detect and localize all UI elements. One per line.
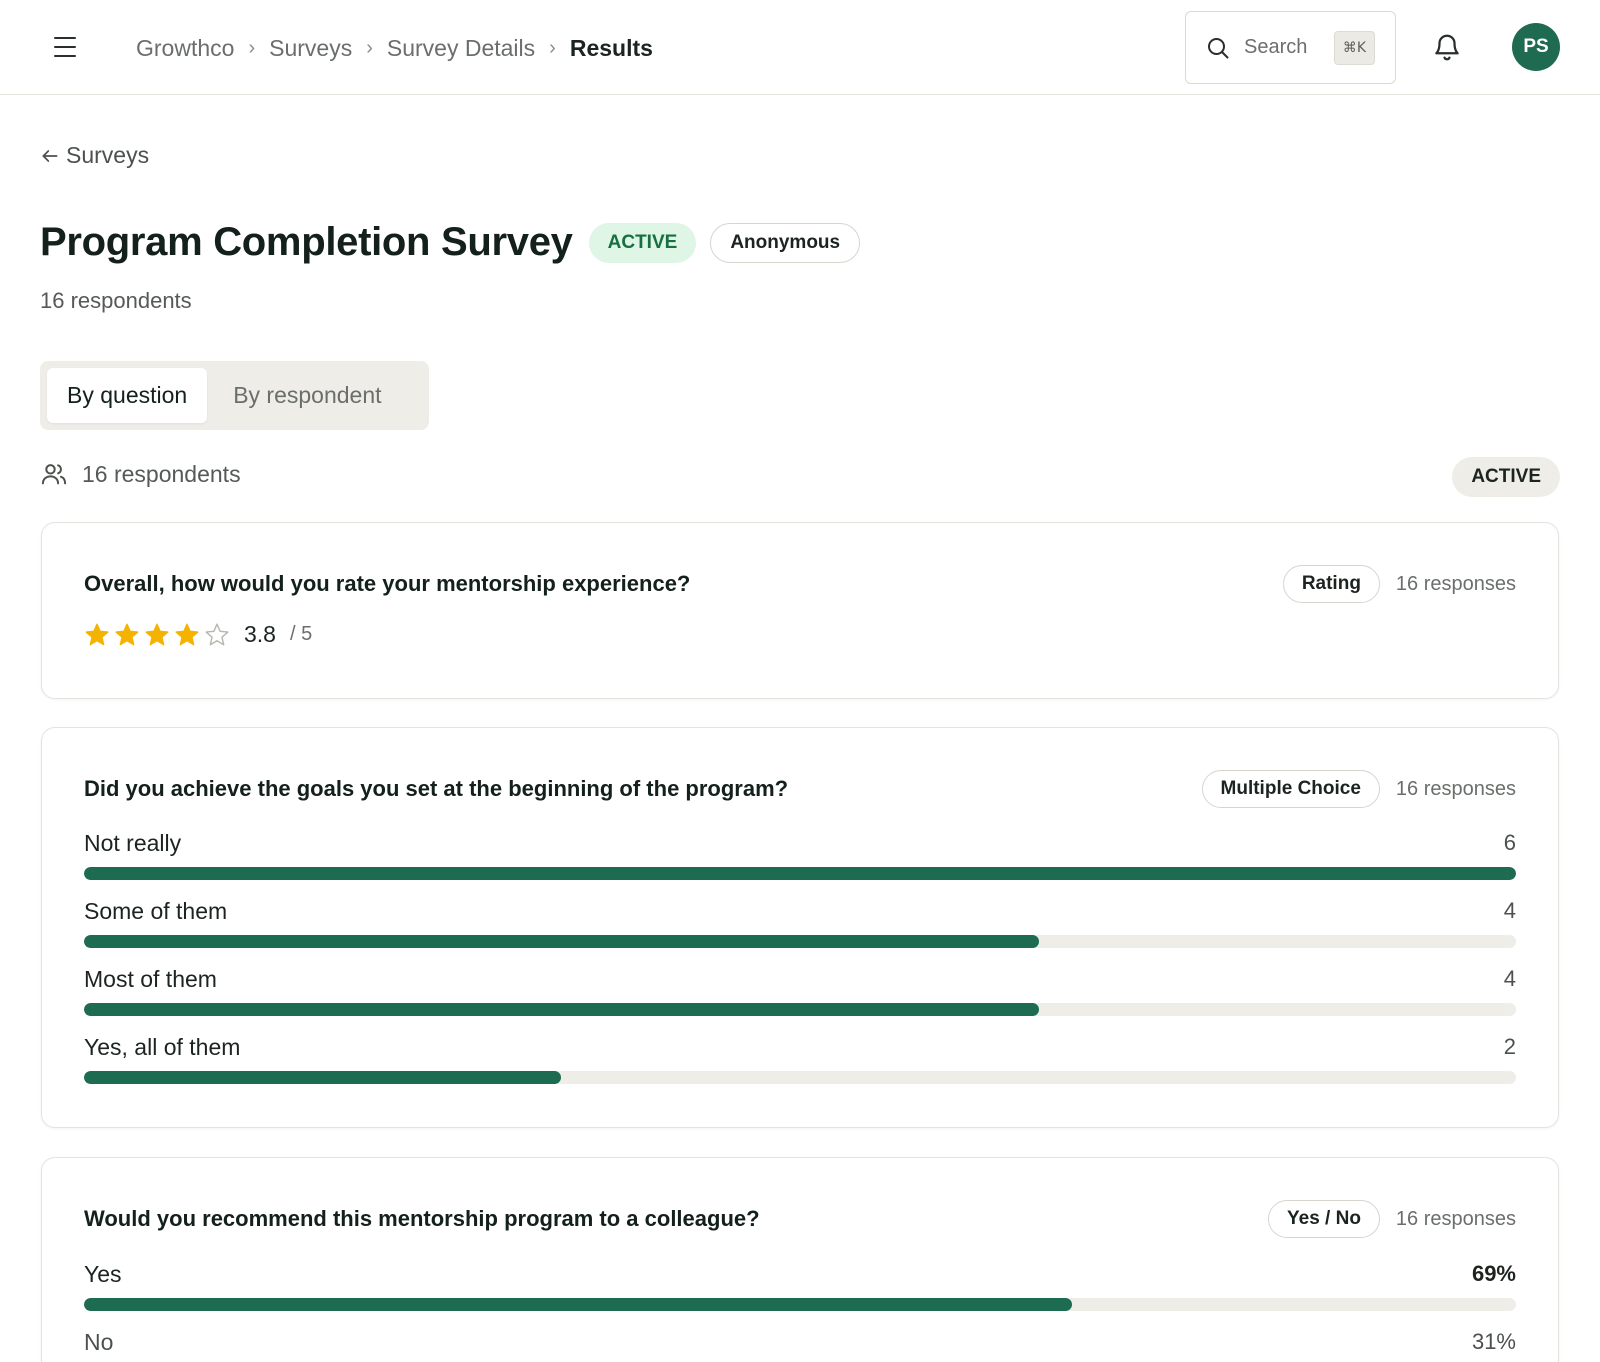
question-type-badge: Multiple Choice bbox=[1201, 770, 1380, 808]
question-text: Did you achieve the goals you set at the… bbox=[84, 776, 789, 801]
rating-max: / 5 bbox=[289, 623, 313, 645]
chevron-right-icon: › bbox=[366, 36, 373, 59]
option-label: Yes bbox=[84, 1261, 122, 1287]
breadcrumb-growthco[interactable]: Growthco bbox=[136, 35, 234, 62]
question-type-badge: Yes / No bbox=[1268, 1200, 1380, 1238]
respondents-subtitle: 16 respondents bbox=[40, 288, 192, 313]
breadcrumb: Growthco › Surveys › Survey Details › Re… bbox=[136, 32, 653, 64]
option-row: Not really 6 bbox=[84, 830, 1516, 898]
view-tabs: By question By respondent bbox=[40, 361, 429, 430]
option-percent: 69% bbox=[1471, 1261, 1516, 1286]
option-label: No bbox=[84, 1329, 114, 1355]
option-label: Some of them bbox=[84, 898, 228, 924]
question-card-rating: Overall, how would you rate your mentors… bbox=[41, 522, 1559, 699]
bell-icon[interactable] bbox=[1432, 32, 1462, 62]
option-count: 4 bbox=[1503, 898, 1516, 923]
search-icon bbox=[1208, 37, 1229, 58]
option-bar-fill bbox=[84, 867, 1516, 880]
breadcrumb-results: Results bbox=[569, 34, 653, 61]
option-bar-track bbox=[84, 867, 1516, 880]
back-link-label: Surveys bbox=[66, 142, 150, 168]
arrow-left-icon bbox=[42, 149, 58, 162]
question-text: Would you recommend this mentorship prog… bbox=[84, 1206, 760, 1231]
option-percent: 31% bbox=[1471, 1329, 1516, 1354]
respondents-summary: 16 respondents bbox=[40, 460, 241, 488]
rating-summary: 3.8 / 5 bbox=[84, 621, 312, 648]
option-list: Not really 6 Some of them 4 Most of them… bbox=[84, 830, 1516, 1102]
tab-by-question[interactable]: By question bbox=[47, 368, 208, 423]
option-bar-fill bbox=[84, 1298, 1073, 1311]
star-filled-icon bbox=[145, 623, 169, 645]
users-icon bbox=[41, 464, 67, 485]
option-row: No 31% bbox=[84, 1329, 1516, 1362]
question-card-yes-no: Would you recommend this mentorship prog… bbox=[41, 1157, 1559, 1362]
option-label: Most of them bbox=[84, 966, 217, 992]
question-card-multiple-choice: Did you achieve the goals you set at the… bbox=[41, 727, 1559, 1128]
breadcrumb-survey-details[interactable]: Survey Details bbox=[387, 35, 535, 62]
tab-by-respondent[interactable]: By respondent bbox=[213, 368, 401, 423]
star-rating bbox=[84, 622, 230, 648]
star-filled-icon bbox=[85, 623, 109, 645]
option-row: Most of them 4 bbox=[84, 966, 1516, 1034]
top-bar: Growthco › Surveys › Survey Details › Re… bbox=[0, 0, 1600, 95]
respondents-count: 16 respondents bbox=[82, 460, 241, 487]
option-count: 4 bbox=[1503, 966, 1516, 991]
option-label: Not really bbox=[84, 830, 182, 856]
response-count: 16 responses bbox=[1395, 777, 1516, 800]
menu-icon[interactable] bbox=[50, 34, 80, 60]
question-text: Overall, how would you rate your mentors… bbox=[84, 571, 691, 596]
status-badge: ACTIVE bbox=[588, 222, 697, 263]
option-count: 6 bbox=[1503, 830, 1516, 855]
option-row: Yes, all of them 2 bbox=[84, 1034, 1516, 1102]
option-row: Yes 69% bbox=[84, 1261, 1516, 1329]
response-count: 16 responses bbox=[1395, 572, 1516, 595]
search-button[interactable]: Search ⌘K bbox=[1185, 11, 1396, 84]
avatar[interactable]: PS bbox=[1512, 23, 1560, 71]
anonymous-badge: Anonymous bbox=[710, 222, 861, 263]
star-filled-icon bbox=[175, 623, 199, 645]
star-filled-icon bbox=[115, 623, 139, 645]
page-title: Program Completion Survey bbox=[40, 220, 573, 264]
option-count: 2 bbox=[1503, 1034, 1516, 1059]
option-bar-fill bbox=[84, 1071, 562, 1084]
breadcrumb-surveys[interactable]: Surveys bbox=[269, 35, 352, 62]
option-bar-fill bbox=[84, 1003, 1039, 1016]
response-count: 16 responses bbox=[1395, 1207, 1516, 1230]
star-empty-icon bbox=[205, 622, 229, 645]
search-label: Search bbox=[1244, 36, 1308, 58]
option-bar-fill bbox=[84, 935, 1039, 948]
option-label: Yes, all of them bbox=[84, 1034, 241, 1060]
question-type-badge: Rating bbox=[1282, 565, 1380, 603]
title-row: Program Completion Survey ACTIVE Anonymo… bbox=[40, 220, 861, 265]
option-bar-track bbox=[84, 935, 1516, 948]
chevron-right-icon: › bbox=[248, 36, 256, 59]
rating-value: 3.8 bbox=[244, 621, 276, 647]
option-bar-track bbox=[84, 1071, 1516, 1084]
option-row: Some of them 4 bbox=[84, 898, 1516, 966]
option-list: Yes 69% No 31% bbox=[84, 1261, 1516, 1362]
option-bar-track bbox=[84, 1298, 1516, 1311]
option-bar-track bbox=[84, 1003, 1516, 1016]
status-pill: ACTIVE bbox=[1452, 457, 1560, 497]
chevron-right-icon: › bbox=[549, 36, 556, 59]
search-shortcut-badge: ⌘K bbox=[1333, 30, 1375, 65]
back-to-surveys-link[interactable]: Surveys bbox=[40, 142, 149, 169]
